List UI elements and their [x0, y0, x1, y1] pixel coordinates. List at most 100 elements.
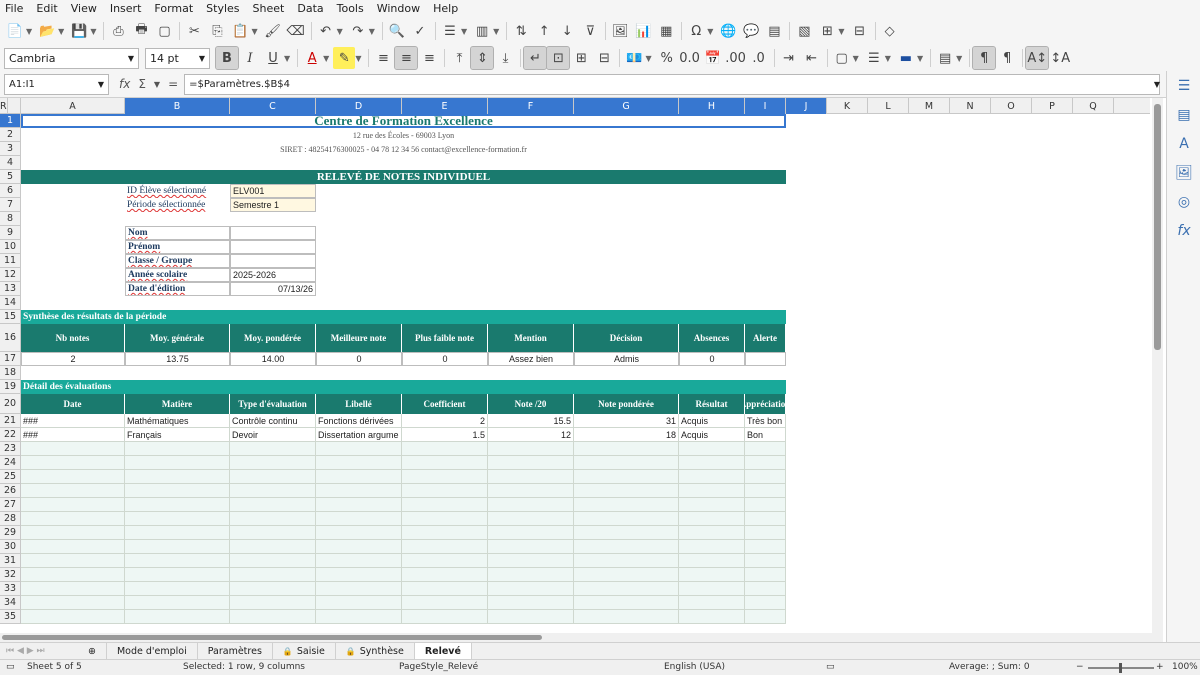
empty-cell[interactable] [745, 498, 786, 512]
empty-cell[interactable] [745, 582, 786, 596]
chevron-down-icon[interactable]: ▼ [199, 54, 205, 63]
empty-cell[interactable] [21, 512, 125, 526]
empty-cell[interactable] [21, 540, 125, 554]
synthesis-value[interactable]: 0 [679, 352, 745, 366]
clone-formatting-icon[interactable]: 🖌 [262, 20, 284, 42]
info-value[interactable] [230, 254, 316, 268]
detail-header[interactable]: Appréciation [745, 394, 786, 414]
empty-cell[interactable] [316, 512, 402, 526]
redo-icon[interactable]: ↷ [347, 20, 369, 42]
empty-cell[interactable] [316, 526, 402, 540]
column-header[interactable]: P [1032, 98, 1073, 114]
synthesis-value[interactable]: 0 [402, 352, 488, 366]
empty-cell[interactable] [679, 512, 745, 526]
sheet-tab[interactable]: 🔒 Saisie [273, 642, 336, 660]
synthesis-header[interactable]: Absences [679, 324, 745, 352]
empty-cell[interactable] [125, 540, 230, 554]
empty-cell[interactable] [488, 568, 574, 582]
row-header[interactable]: 17 [0, 352, 21, 366]
empty-cell[interactable] [574, 568, 679, 582]
synthesis-header[interactable]: Plus faible note [402, 324, 488, 352]
empty-cell[interactable] [679, 498, 745, 512]
empty-cell[interactable] [316, 610, 402, 624]
doc-address[interactable]: 12 rue des Écoles - 69003 Lyon [21, 128, 786, 142]
empty-cell[interactable] [679, 526, 745, 540]
zoom-slider[interactable] [1088, 663, 1154, 673]
comment-icon[interactable]: 💬 [740, 20, 762, 42]
empty-cell[interactable] [488, 582, 574, 596]
empty-cell[interactable] [402, 596, 488, 610]
print-icon[interactable]: 🖶 [130, 20, 152, 42]
menu-tools[interactable]: Tools [337, 2, 364, 15]
row-header[interactable]: 1 [0, 114, 21, 128]
info-value[interactable] [230, 226, 316, 240]
row-header[interactable]: 22 [0, 428, 21, 442]
menu-format[interactable]: Format [154, 2, 193, 15]
row-header[interactable]: 9 [0, 226, 21, 240]
conditional-format-icon[interactable]: ▤ [934, 47, 956, 69]
detail-header[interactable]: Coefficient [402, 394, 488, 414]
empty-cell[interactable] [125, 568, 230, 582]
empty-cell[interactable] [488, 512, 574, 526]
number-format-icon[interactable]: 0.0 [679, 47, 701, 69]
row-header[interactable]: 5 [0, 170, 21, 184]
empty-cell[interactable] [230, 526, 316, 540]
spreadsheet-grid[interactable]: ABCDEFGHIJKLMNOPQR 1 2 3 4 5 6 7 8 9 10 11 12 13 14 15… [0, 98, 1163, 633]
chevron-down-icon[interactable]: ▼ [26, 27, 32, 36]
empty-cell[interactable] [402, 568, 488, 582]
empty-cell[interactable] [125, 610, 230, 624]
chevron-down-icon[interactable]: ▼ [251, 27, 257, 36]
empty-cell[interactable] [574, 554, 679, 568]
empty-cell[interactable] [125, 470, 230, 484]
borders-icon[interactable]: ▢ [831, 47, 853, 69]
properties-icon[interactable]: ▤ [1167, 100, 1200, 129]
empty-cell[interactable] [21, 498, 125, 512]
font-size-select[interactable]: 14 pt ▼ [145, 47, 210, 69]
delete-decimal-icon[interactable]: .0 [748, 47, 770, 69]
selection-mode-icon[interactable]: ▭ [826, 662, 835, 672]
sort-icon[interactable]: ⇅ [510, 20, 532, 42]
align-middle-icon[interactable]: ⇕ [470, 46, 495, 70]
row-icon[interactable]: ☰ [439, 20, 461, 42]
empty-cell[interactable] [316, 456, 402, 470]
highlight-color-icon[interactable]: ✎ [333, 47, 356, 69]
chevron-down-icon[interactable]: ▼ [90, 27, 96, 36]
synthesis-title[interactable]: Synthèse des résultats de la période [21, 310, 786, 324]
detail-cell[interactable]: Acquis [679, 414, 745, 428]
info-value[interactable] [230, 240, 316, 254]
cut-icon[interactable]: ✂ [183, 20, 205, 42]
detail-cell[interactable]: 2 [402, 414, 488, 428]
row-header[interactable]: 33 [0, 582, 21, 596]
empty-cell[interactable] [402, 456, 488, 470]
empty-cell[interactable] [230, 442, 316, 456]
spelling-icon[interactable]: ✓ [409, 20, 431, 42]
empty-cell[interactable] [230, 456, 316, 470]
chevron-down-icon[interactable]: ▼ [645, 54, 651, 63]
align-center-icon[interactable]: ≡ [394, 46, 419, 70]
empty-cell[interactable] [679, 610, 745, 624]
detail-cell[interactable]: Devoir [230, 428, 316, 442]
empty-cell[interactable] [230, 512, 316, 526]
functions-icon[interactable]: fx [1167, 216, 1200, 245]
synthesis-value[interactable]: 13.75 [125, 352, 230, 366]
empty-cell[interactable] [230, 582, 316, 596]
formula-equals-icon[interactable]: = [168, 77, 178, 91]
date-format-icon[interactable]: 📅 [702, 47, 724, 69]
align-right-icon[interactable]: ≡ [418, 47, 440, 69]
draw-shape-icon[interactable]: ◇ [879, 20, 901, 42]
empty-cell[interactable] [488, 456, 574, 470]
info-label[interactable]: Nom [125, 226, 230, 240]
empty-cell[interactable] [230, 540, 316, 554]
detail-cell[interactable]: ### [21, 428, 125, 442]
doc-siret[interactable]: SIRET : 48254176300025 - 04 78 12 34 56 … [21, 142, 786, 156]
synthesis-value[interactable]: 2 [21, 352, 125, 366]
menu-file[interactable]: File [5, 2, 23, 15]
detail-cell[interactable]: 31 [574, 414, 679, 428]
open-icon[interactable]: 📂 [36, 20, 58, 42]
row-header[interactable]: 35 [0, 610, 21, 624]
empty-cell[interactable] [745, 554, 786, 568]
sort-descending-icon[interactable]: ↓ [556, 20, 578, 42]
empty-cell[interactable] [21, 526, 125, 540]
empty-cell[interactable] [230, 484, 316, 498]
info-value[interactable]: 2025-2026 [230, 268, 316, 282]
